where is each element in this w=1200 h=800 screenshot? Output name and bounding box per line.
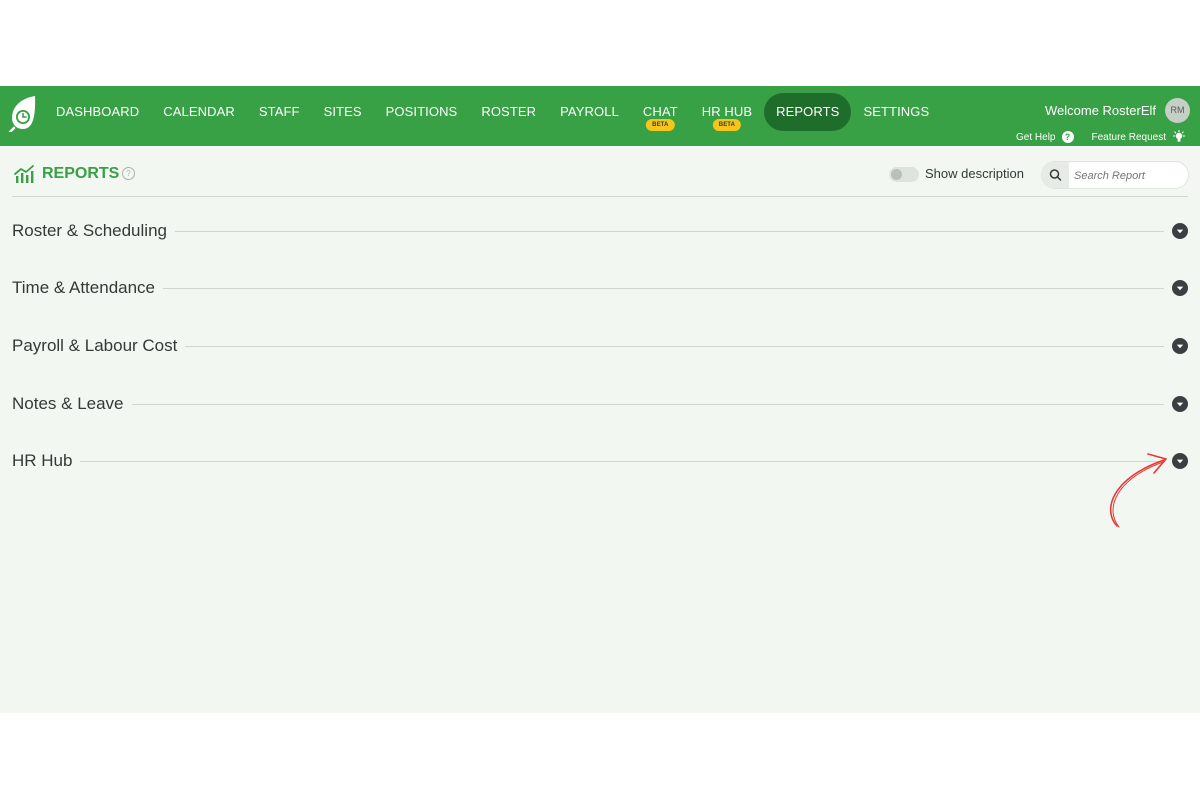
chat-beta-badge: BETA [646,119,675,131]
chevron-glyph [1176,286,1184,291]
welcome-text: Welcome RosterElf [1044,103,1156,118]
nav-reports-label: REPORTS [776,104,840,119]
nav-hr-hub-label: HR HUB [701,104,753,119]
chevron-down-circle-icon[interactable] [1172,223,1188,239]
app-window: DASHBOARD CALENDAR STAFF SITES POSITIONS… [0,86,1200,713]
nav-chat[interactable]: CHAT BETA [631,93,690,131]
search-button[interactable] [1042,162,1069,188]
nav-staff-label: STAFF [258,104,300,119]
reports-help-icon[interactable]: ? [122,167,135,180]
nav-payroll[interactable]: PAYROLL [548,93,631,131]
nav-reports[interactable]: REPORTS [764,93,852,131]
get-help-link[interactable]: Get Help ? [1016,131,1074,143]
section-divider [163,287,1164,289]
avatar[interactable]: RM [1165,98,1190,123]
section-notes-leave[interactable]: Notes & Leave [12,392,1188,416]
hr-hub-beta-badge: BETA [712,119,742,131]
section-divider [80,460,1164,462]
section-label: Roster & Scheduling [12,221,167,240]
section-roster-scheduling[interactable]: Roster & Scheduling [12,219,1188,243]
nav-roster[interactable]: ROSTER [469,93,548,131]
help-circle-icon: ? [1061,131,1074,143]
section-label: HR Hub [12,451,73,470]
show-description-label: Show description [925,166,1024,181]
page-title: REPORTS [42,165,120,182]
top-navigation-bar: DASHBOARD CALENDAR STAFF SITES POSITIONS… [0,86,1200,146]
section-hr-hub[interactable]: HR Hub [12,449,1188,473]
nav-positions[interactable]: POSITIONS [374,93,470,131]
bar-chart-trend-icon [14,165,34,183]
search-box [1041,161,1189,189]
feature-request-label: Feature Request [1091,131,1167,143]
nav-positions-label: POSITIONS [385,104,458,119]
chevron-down-circle-icon[interactable] [1172,338,1188,354]
search-icon [1049,169,1062,181]
lightbulb-icon [1172,130,1186,142]
nav-dashboard-label: DASHBOARD [56,104,140,119]
chevron-down-circle-icon[interactable] [1172,396,1188,412]
chevron-glyph [1176,229,1184,234]
section-label: Time & Attendance [12,278,156,297]
feature-request-link[interactable]: Feature Request [1092,130,1187,144]
nav-sites[interactable]: SITES [312,93,374,131]
nav-dashboard[interactable]: DASHBOARD [44,93,151,131]
section-label: Notes & Leave [12,394,124,413]
section-label: Payroll & Labour Cost [12,336,178,355]
section-divider [174,230,1164,232]
nav-payroll-label: PAYROLL [560,104,619,119]
section-payroll-labour-cost[interactable]: Payroll & Labour Cost [12,334,1188,358]
nav-staff[interactable]: STAFF [247,93,312,131]
section-time-attendance[interactable]: Time & Attendance [12,276,1188,300]
leaf-clock-logo[interactable] [8,94,38,132]
main-nav: DASHBOARD CALENDAR STAFF SITES POSITIONS… [44,93,941,131]
reports-header: REPORTS ? Show description [12,160,1189,197]
nav-settings[interactable]: SETTINGS [851,93,941,131]
nav-settings-label: SETTINGS [863,104,930,119]
red-annotation-arrow-icon [1109,453,1167,528]
chevron-glyph [1176,402,1184,407]
chevron-glyph [1176,344,1184,349]
show-description-toggle[interactable] [889,167,919,182]
chevron-down-circle-icon[interactable] [1172,280,1188,296]
section-divider [131,403,1164,405]
section-divider [185,345,1164,347]
search-input[interactable] [1072,166,1186,186]
toggle-knob [891,169,902,180]
header-links: Get Help ? Feature Request [1016,130,1186,144]
nav-chat-label: CHAT [642,104,678,119]
nav-roster-label: ROSTER [481,104,537,119]
nav-hr-hub[interactable]: HR HUB BETA [690,93,764,131]
get-help-label: Get Help [1016,131,1056,143]
nav-sites-label: SITES [323,104,362,119]
nav-calendar-label: CALENDAR [163,104,235,119]
nav-calendar[interactable]: CALENDAR [151,93,247,131]
